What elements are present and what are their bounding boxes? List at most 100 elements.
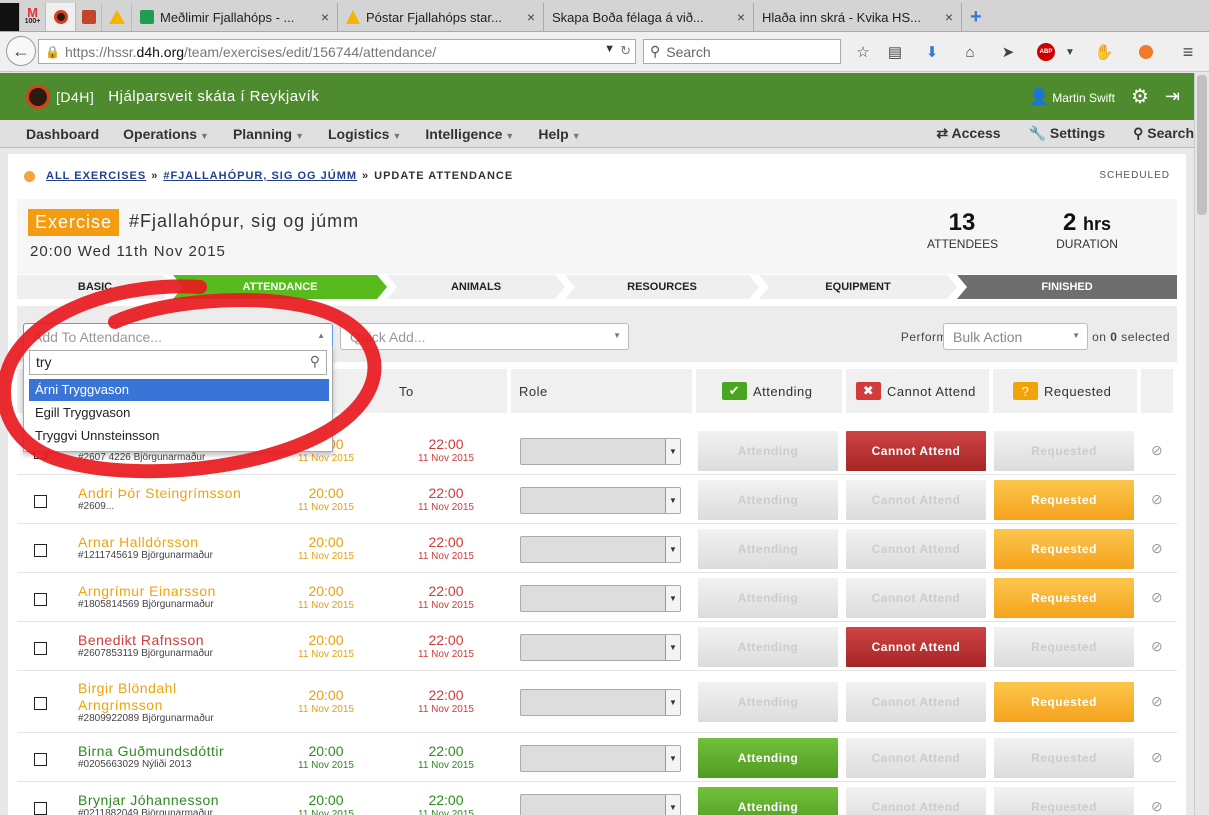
cannot-button[interactable]: Cannot Attend [846,430,986,471]
brand[interactable]: [D4H] [56,89,94,105]
row-checkbox[interactable] [34,641,47,655]
new-tab-button[interactable]: + [962,3,990,31]
dropdown-option[interactable]: Árni Tryggvason [29,379,329,401]
requested-button[interactable]: Requested [994,479,1134,520]
gear-icon[interactable]: ⚙ [1131,84,1149,109]
from-time[interactable]: 20:0011 Nov 2015 [286,534,366,562]
requested-button[interactable]: Requested [994,682,1134,722]
attending-button[interactable]: Attending [698,786,838,815]
pinned-tab-terminal[interactable] [0,3,20,31]
chevron-down-icon[interactable]: ▼ [1060,42,1080,62]
row-checkbox[interactable] [34,752,47,766]
close-icon[interactable]: × [519,9,535,25]
user-menu[interactable]: 👤 Martin Swift [1029,87,1115,107]
role-select[interactable]: ▼ [520,633,681,661]
step-resources[interactable]: RESOURCES [565,275,759,299]
close-icon[interactable]: × [313,9,329,25]
requested-button[interactable]: Requested [994,577,1134,618]
row-checkbox[interactable] [34,697,47,710]
role-select[interactable]: ▼ [520,744,681,772]
to-time[interactable]: 22:00 11 Nov 2015 [406,687,486,715]
cannot-button[interactable]: Cannot Attend [846,737,986,778]
menu-logistics[interactable]: Logistics ▼ [328,126,401,142]
close-icon[interactable]: × [729,9,745,25]
to-time[interactable]: 22:00 11 Nov 2015 [406,485,486,513]
cannot-button[interactable]: Cannot Attend [846,626,986,667]
attending-button[interactable]: Attending [698,577,838,618]
page-scrollbar[interactable] [1194,73,1209,815]
browser-tab-4[interactable]: Hlaða inn skrá - Kvika HS... × [754,3,962,31]
to-time[interactable]: 22:00 11 Nov 2015 [406,792,486,815]
from-time[interactable]: 20:0011 Nov 2015 [286,632,366,660]
attending-button[interactable]: Attending [698,682,838,722]
requested-button[interactable]: Requested [994,528,1134,569]
menu-search[interactable]: ⚲ Search [1133,125,1194,142]
row-checkbox[interactable] [34,801,47,815]
step-animals[interactable]: ANIMALS [387,275,565,299]
role-select[interactable]: ▼ [520,535,681,563]
row-checkbox[interactable] [34,543,47,557]
pinned-tab-trello[interactable] [76,3,102,31]
from-time[interactable]: 20:0011 Nov 2015 [286,743,366,771]
role-select[interactable]: ▼ [520,584,681,612]
step-finished[interactable]: FINISHED [957,275,1177,299]
row-checkbox[interactable] [34,494,47,508]
bookmark-star-icon[interactable]: ☆ [853,42,873,62]
cannot-button[interactable]: Cannot Attend [846,528,986,569]
col-cannot-attend[interactable]: ✖ Cannot Attend [856,369,976,413]
step-basic[interactable]: BASIC [17,275,173,299]
col-requested[interactable]: ? Requested [1013,369,1111,413]
dropdown-search-input[interactable]: try ⚲ [29,350,327,375]
col-to[interactable]: To [399,369,414,413]
browser-tab-1[interactable]: Meðlimir Fjallahóps - ... × [132,3,338,31]
from-time[interactable]: 20:0011 Nov 2015 [286,792,366,815]
breadcrumb-exercise[interactable]: #FJALLAHÓPUR, SIG OG JÚMM [163,170,357,182]
menu-planning[interactable]: Planning ▼ [233,126,304,142]
menu-intelligence[interactable]: Intelligence ▼ [425,126,514,142]
menu-help[interactable]: Help ▼ [538,126,580,142]
hand-icon[interactable]: ✋ [1094,42,1114,62]
browser-search-input[interactable]: ⚲ Search [643,39,841,64]
ban-icon[interactable]: ⊘ [1151,491,1163,508]
requested-button[interactable]: Requested [994,786,1134,815]
to-time[interactable]: 22:00 11 Nov 2015 [406,534,486,562]
cannot-button[interactable]: Cannot Attend [846,577,986,618]
requested-button[interactable]: Requested [994,626,1134,667]
reload-icon[interactable]: ↻ [620,43,631,59]
attending-button[interactable]: Attending [698,479,838,520]
send-icon[interactable]: ➤ [998,42,1018,62]
role-select[interactable]: ▼ [520,486,681,514]
close-icon[interactable]: × [937,9,953,25]
menu-operations[interactable]: Operations ▼ [123,126,209,142]
browser-tab-3[interactable]: Skapa Boða félaga á við... × [544,3,754,31]
pinned-tab-drive[interactable] [102,3,132,31]
home-icon[interactable]: ⌂ [960,42,980,62]
ban-icon[interactable]: ⊘ [1151,749,1163,766]
role-select[interactable]: ▼ [520,437,681,465]
cannot-button[interactable]: Cannot Attend [846,786,986,815]
menu-access[interactable]: ⇄ Access [936,125,1000,142]
logout-icon[interactable]: ⇥ [1165,86,1180,107]
quick-add-select[interactable]: Quick Add... ▼ [340,323,629,350]
step-equipment[interactable]: EQUIPMENT [759,275,957,299]
attending-button[interactable]: Attending [698,528,838,569]
to-time[interactable]: 22:00 11 Nov 2015 [406,583,486,611]
dropdown-option[interactable]: Tryggvi Unnsteinsson [29,425,329,447]
row-checkbox[interactable] [34,592,47,606]
cannot-button[interactable]: Cannot Attend [846,479,986,520]
d4h-logo[interactable] [26,84,50,109]
col-role[interactable]: Role [519,369,548,413]
extension-icon[interactable] [1136,42,1156,62]
requested-button[interactable]: Requested [994,430,1134,471]
ban-icon[interactable]: ⊘ [1151,442,1163,459]
pinned-tab-d4h[interactable] [46,3,76,31]
from-time[interactable]: 20:0011 Nov 2015 [286,583,366,611]
adblock-icon[interactable]: ABP [1036,42,1056,62]
attendee-name[interactable]: Birgir Blöndahl Arngrímsson [78,680,238,714]
pinned-tab-gmail[interactable]: M 100+ [20,3,46,31]
from-time[interactable]: 20:0011 Nov 2015 [286,687,366,715]
url-dropdown-icon[interactable]: ▼ [604,43,615,55]
to-time[interactable]: 22:00 11 Nov 2015 [406,743,486,771]
reading-list-icon[interactable]: ▤ [885,42,905,62]
ban-icon[interactable]: ⊘ [1151,693,1163,710]
